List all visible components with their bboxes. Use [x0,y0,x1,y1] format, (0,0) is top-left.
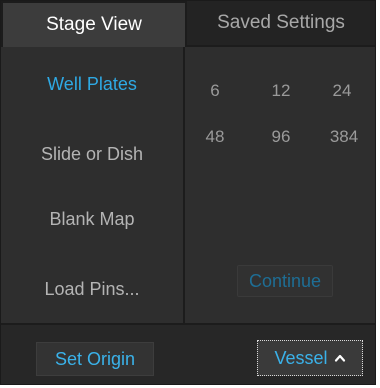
tab-stage-view[interactable]: Stage View [1,1,187,47]
vessel-button[interactable]: Vessel [257,340,363,376]
plate-option-24[interactable]: 24 [317,81,367,101]
set-origin-button[interactable]: Set Origin [36,342,154,376]
plate-option-6[interactable]: 6 [190,81,240,101]
continue-button[interactable]: Continue [237,265,333,297]
vessel-button-label: Vessel [274,347,328,368]
menu-item-well-plates[interactable]: Well Plates [1,74,183,95]
vessel-type-menu: Well Plates Slide or Dish Blank Map Load… [1,47,185,323]
tab-bar: Stage View Saved Settings [1,1,375,47]
stage-panel: Stage View Saved Settings Well Plates Sl… [0,0,376,385]
menu-item-slide-or-dish[interactable]: Slide or Dish [1,144,183,165]
plate-option-96[interactable]: 96 [256,127,306,147]
menu-item-blank-map[interactable]: Blank Map [1,209,183,230]
plate-format-grid: 6 12 24 48 96 384 Continue [187,47,375,323]
footer-bar: Set Origin Vessel [1,323,375,384]
chevron-up-icon [334,354,345,362]
plate-option-384[interactable]: 384 [319,127,369,147]
plate-option-12[interactable]: 12 [256,81,306,101]
plate-option-48[interactable]: 48 [190,127,240,147]
tab-saved-settings[interactable]: Saved Settings [187,1,375,47]
content-area: Well Plates Slide or Dish Blank Map Load… [1,47,375,323]
menu-item-load-pins[interactable]: Load Pins... [1,279,183,300]
